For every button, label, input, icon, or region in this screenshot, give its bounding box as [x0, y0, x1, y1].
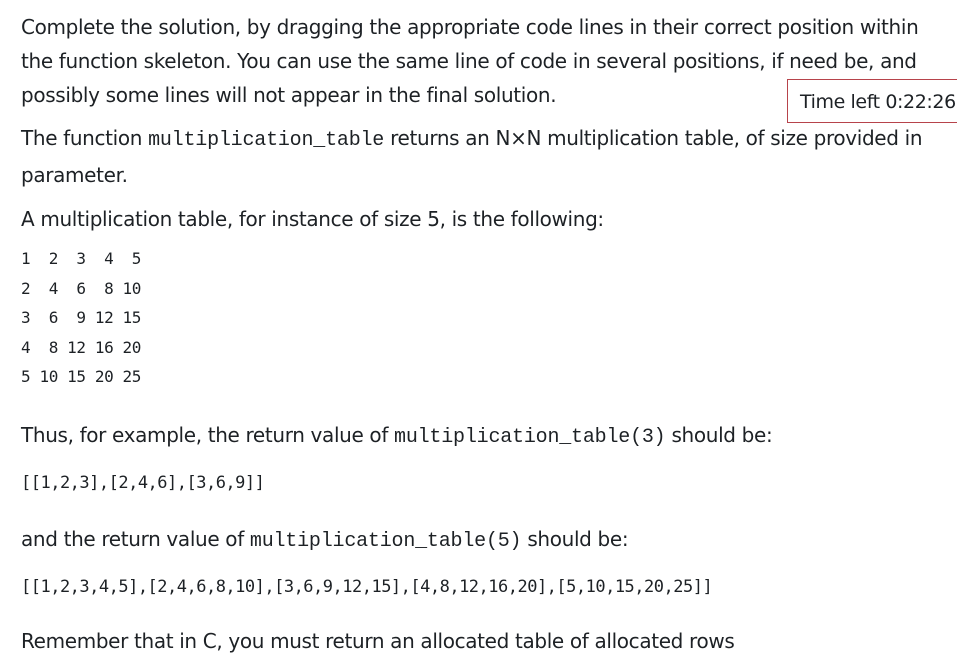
example2-prefix: and the return value of	[21, 526, 250, 551]
table-row: 3 6 9 12 15	[21, 308, 142, 328]
example-intro: A multiplication table, for instance of …	[21, 207, 604, 231]
example1-suffix: should be:	[665, 422, 773, 447]
function-name: multiplication_table	[148, 129, 385, 152]
example2-text: and the return value of multiplication_t…	[21, 522, 946, 559]
function-description: The function multiplication_table return…	[21, 121, 946, 192]
reminder-text: Remember that in C, you must return an a…	[21, 628, 735, 653]
example1-prefix: Thus, for example, the return value of	[21, 422, 395, 447]
table-row: 1 2 3 4 5	[21, 249, 142, 268]
table-row: 2 4 6 8 10	[21, 278, 142, 298]
example2-suffix: should be:	[521, 526, 629, 551]
table-row: 4 8 12 16 20	[21, 337, 142, 357]
description-part1: The function	[21, 126, 149, 150]
multiplication-table-example: 1 2 3 4 5 2 4 6 8 10 3 6 9 12 15 4 8 12 …	[21, 244, 946, 392]
example1-result: [[1,2,3],[2,4,6],[3,6,9]]	[21, 472, 265, 493]
example1-call: multiplication_table(3)	[394, 425, 666, 449]
time-left-timer: Time left 0:22:26	[787, 79, 957, 123]
example1-text: Thus, for example, the return value of m…	[21, 418, 946, 455]
example2-call: multiplication_table(5)	[249, 529, 522, 553]
table-row: 5 10 15 20 25	[21, 367, 142, 387]
example2-result: [[1,2,3,4,5],[2,4,6,8,10],[3,6,9,12,15],…	[21, 576, 713, 597]
